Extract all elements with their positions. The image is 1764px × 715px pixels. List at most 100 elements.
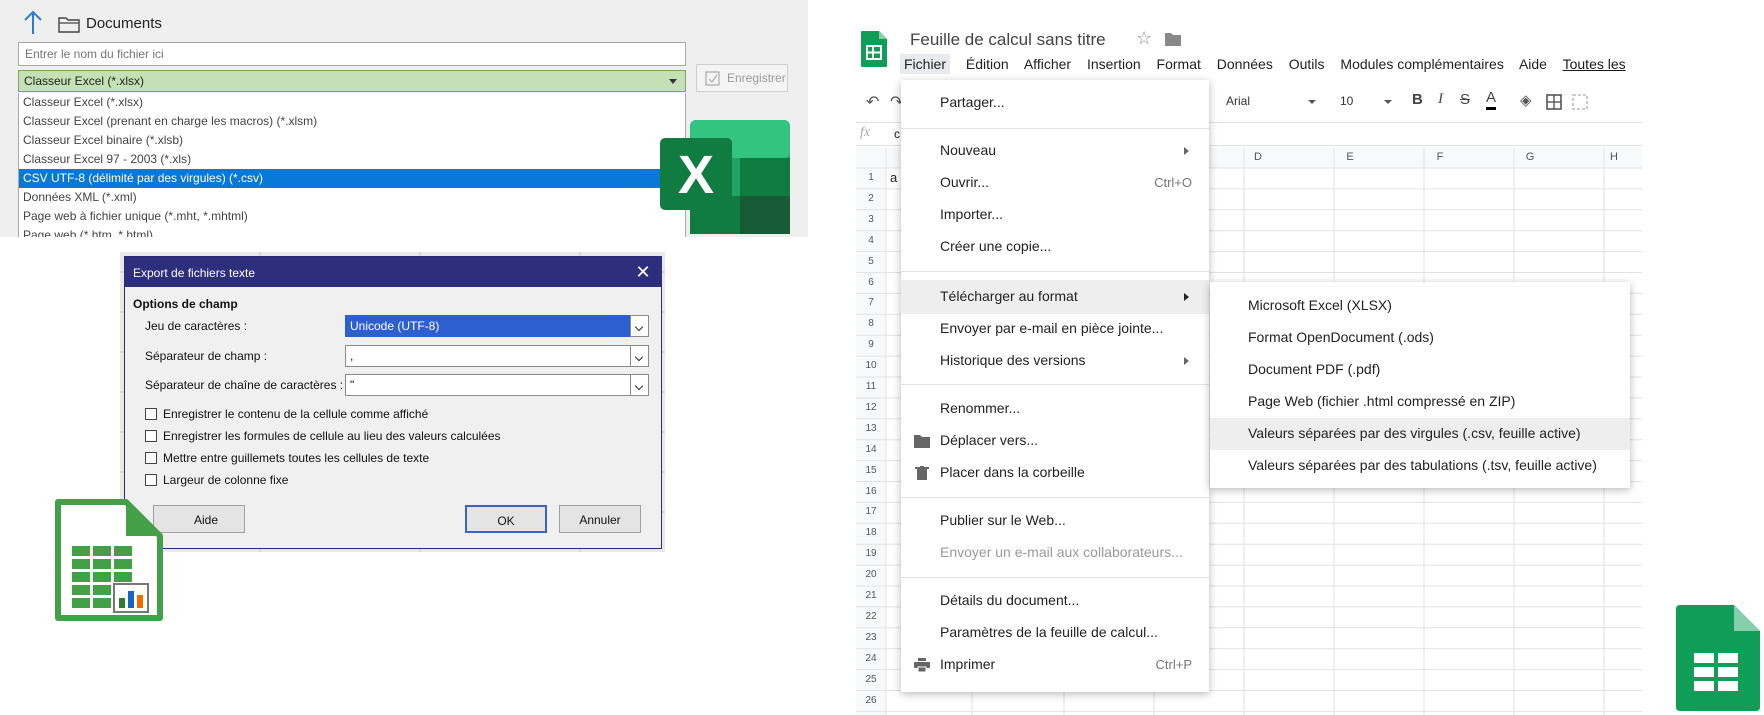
- menu-item-copy[interactable]: Créer une copie...: [901, 232, 1209, 262]
- row-header[interactable]: 6: [856, 277, 886, 288]
- format-option[interactable]: Classeur Excel (*.xlsx): [19, 93, 685, 112]
- save-button[interactable]: Enregistrer: [696, 64, 788, 92]
- menu-item-print[interactable]: Imprimer Ctrl+P: [901, 650, 1209, 680]
- last-edit-link[interactable]: Toutes les: [1563, 56, 1626, 72]
- formula-input[interactable]: c: [894, 127, 900, 141]
- row-header[interactable]: 12: [856, 402, 886, 413]
- format-option[interactable]: Page web à fichier unique (*.mht, *.mhtm…: [19, 207, 685, 226]
- row-header[interactable]: 9: [856, 339, 886, 350]
- chevron-down-icon[interactable]: [630, 345, 649, 367]
- string-separator-combo[interactable]: ": [345, 374, 649, 396]
- column-header-d[interactable]: D: [1208, 151, 1308, 163]
- merge-cells-icon[interactable]: [1572, 94, 1588, 110]
- menu-edition[interactable]: Édition: [966, 56, 1009, 72]
- row-header[interactable]: 4: [856, 235, 886, 246]
- download-pdf[interactable]: Document PDF (.pdf): [1210, 354, 1630, 386]
- row-header[interactable]: 25: [856, 674, 886, 685]
- menu-item-share[interactable]: Partager...: [901, 88, 1209, 118]
- bold-icon[interactable]: B: [1412, 91, 1423, 108]
- row-header[interactable]: 17: [856, 506, 886, 517]
- text-color-icon[interactable]: A: [1486, 89, 1497, 110]
- chevron-down-icon[interactable]: [1384, 100, 1392, 104]
- row-header[interactable]: 2: [856, 193, 886, 204]
- menu-item-details[interactable]: Détails du document...: [901, 586, 1209, 616]
- cell-a1[interactable]: a: [890, 170, 897, 185]
- help-button[interactable]: Aide: [153, 505, 245, 533]
- row-header[interactable]: 24: [856, 653, 886, 664]
- row-header[interactable]: 26: [856, 695, 886, 706]
- format-option-csv-utf8[interactable]: CSV UTF-8 (délimité par des virgules) (*…: [19, 169, 685, 188]
- row-header[interactable]: 16: [856, 486, 886, 497]
- filename-input[interactable]: [18, 42, 686, 66]
- menu-item-rename[interactable]: Renommer...: [901, 394, 1209, 424]
- field-separator-combo[interactable]: ,: [345, 345, 649, 367]
- download-xlsx[interactable]: Microsoft Excel (XLSX): [1210, 290, 1630, 322]
- menu-item-version-history[interactable]: Historique des versions: [901, 346, 1209, 376]
- menu-modules[interactable]: Modules complémentaires: [1340, 56, 1503, 72]
- menu-item-settings[interactable]: Paramètres de la feuille de calcul...: [901, 618, 1209, 648]
- menu-aide[interactable]: Aide: [1519, 56, 1547, 72]
- cancel-button[interactable]: Annuler: [559, 505, 641, 533]
- menu-item-new[interactable]: Nouveau: [901, 136, 1209, 166]
- row-header[interactable]: 11: [856, 381, 886, 392]
- row-header[interactable]: 18: [856, 527, 886, 538]
- checkbox[interactable]: [145, 408, 157, 420]
- menu-fichier[interactable]: Fichier: [900, 54, 951, 74]
- charset-combo[interactable]: Unicode (UTF-8): [345, 315, 649, 337]
- row-header[interactable]: 22: [856, 611, 886, 622]
- sheets-app-icon[interactable]: [860, 30, 888, 68]
- row-header[interactable]: 3: [856, 214, 886, 225]
- close-icon[interactable]: ✕: [633, 262, 653, 282]
- format-option[interactable]: Classeur Excel (prenant en charge les ma…: [19, 112, 685, 131]
- menu-item-import[interactable]: Importer...: [901, 200, 1209, 230]
- menu-item-publish[interactable]: Publier sur le Web...: [901, 506, 1209, 536]
- menu-item-download[interactable]: Télécharger au format: [901, 280, 1209, 314]
- chevron-down-icon[interactable]: [1308, 100, 1316, 104]
- undo-icon[interactable]: ↶: [866, 92, 879, 112]
- fill-color-icon[interactable]: ◈: [1520, 91, 1532, 109]
- menu-item-trash[interactable]: Placer dans la corbeille: [901, 458, 1209, 488]
- row-header[interactable]: 20: [856, 569, 886, 580]
- row-header[interactable]: 1: [856, 172, 886, 183]
- download-html-zip[interactable]: Page Web (fichier .html compressé en ZIP…: [1210, 386, 1630, 418]
- row-header[interactable]: 7: [856, 297, 886, 308]
- strikethrough-icon[interactable]: S: [1460, 91, 1470, 108]
- checkbox[interactable]: [145, 452, 157, 464]
- row-header[interactable]: 14: [856, 444, 886, 455]
- column-header-h[interactable]: H: [1564, 151, 1642, 163]
- checkbox-quote-text[interactable]: Mettre entre guillemets toutes les cellu…: [145, 451, 429, 467]
- row-header[interactable]: 13: [856, 423, 886, 434]
- checkbox[interactable]: [145, 474, 157, 486]
- format-option[interactable]: Page web (*.htm, *.html): [19, 226, 685, 237]
- checkbox-save-formulas[interactable]: Enregistrer les formules de cellule au l…: [145, 429, 501, 445]
- row-header[interactable]: 10: [856, 360, 886, 371]
- column-header-f[interactable]: F: [1390, 151, 1490, 163]
- download-tsv[interactable]: Valeurs séparées par des tabulations (.t…: [1210, 450, 1630, 482]
- row-header[interactable]: 19: [856, 548, 886, 559]
- font-size-select[interactable]: 10: [1340, 94, 1353, 108]
- italic-icon[interactable]: I: [1438, 91, 1443, 108]
- up-arrow-icon[interactable]: [22, 10, 44, 36]
- menu-donnees[interactable]: Données: [1217, 56, 1273, 72]
- checkbox-save-as-shown[interactable]: Enregistrer le contenu de la cellule com…: [145, 407, 428, 423]
- chevron-down-icon[interactable]: [630, 374, 649, 396]
- borders-icon[interactable]: [1546, 94, 1562, 110]
- menu-item-open[interactable]: Ouvrir... Ctrl+O: [901, 168, 1209, 198]
- document-title[interactable]: Feuille de calcul sans titre: [910, 30, 1106, 50]
- menu-format[interactable]: Format: [1157, 56, 1201, 72]
- menu-outils[interactable]: Outils: [1289, 56, 1325, 72]
- format-option[interactable]: Classeur Excel binaire (*.xlsb): [19, 131, 685, 150]
- format-option[interactable]: Classeur Excel 97 - 2003 (*.xls): [19, 150, 685, 169]
- download-csv[interactable]: Valeurs séparées par des virgules (.csv,…: [1210, 418, 1630, 450]
- row-header[interactable]: 15: [856, 465, 886, 476]
- row-header[interactable]: 21: [856, 590, 886, 601]
- row-header[interactable]: 23: [856, 632, 886, 643]
- column-header-e[interactable]: E: [1300, 151, 1400, 163]
- chevron-down-icon[interactable]: [630, 315, 649, 337]
- font-family-select[interactable]: Arial: [1226, 94, 1250, 108]
- star-icon[interactable]: ☆: [1136, 28, 1152, 49]
- format-option[interactable]: Données XML (*.xml): [19, 188, 685, 207]
- row-header[interactable]: 5: [856, 256, 886, 267]
- ok-button[interactable]: OK: [465, 505, 547, 533]
- folder-icon[interactable]: [1164, 31, 1182, 47]
